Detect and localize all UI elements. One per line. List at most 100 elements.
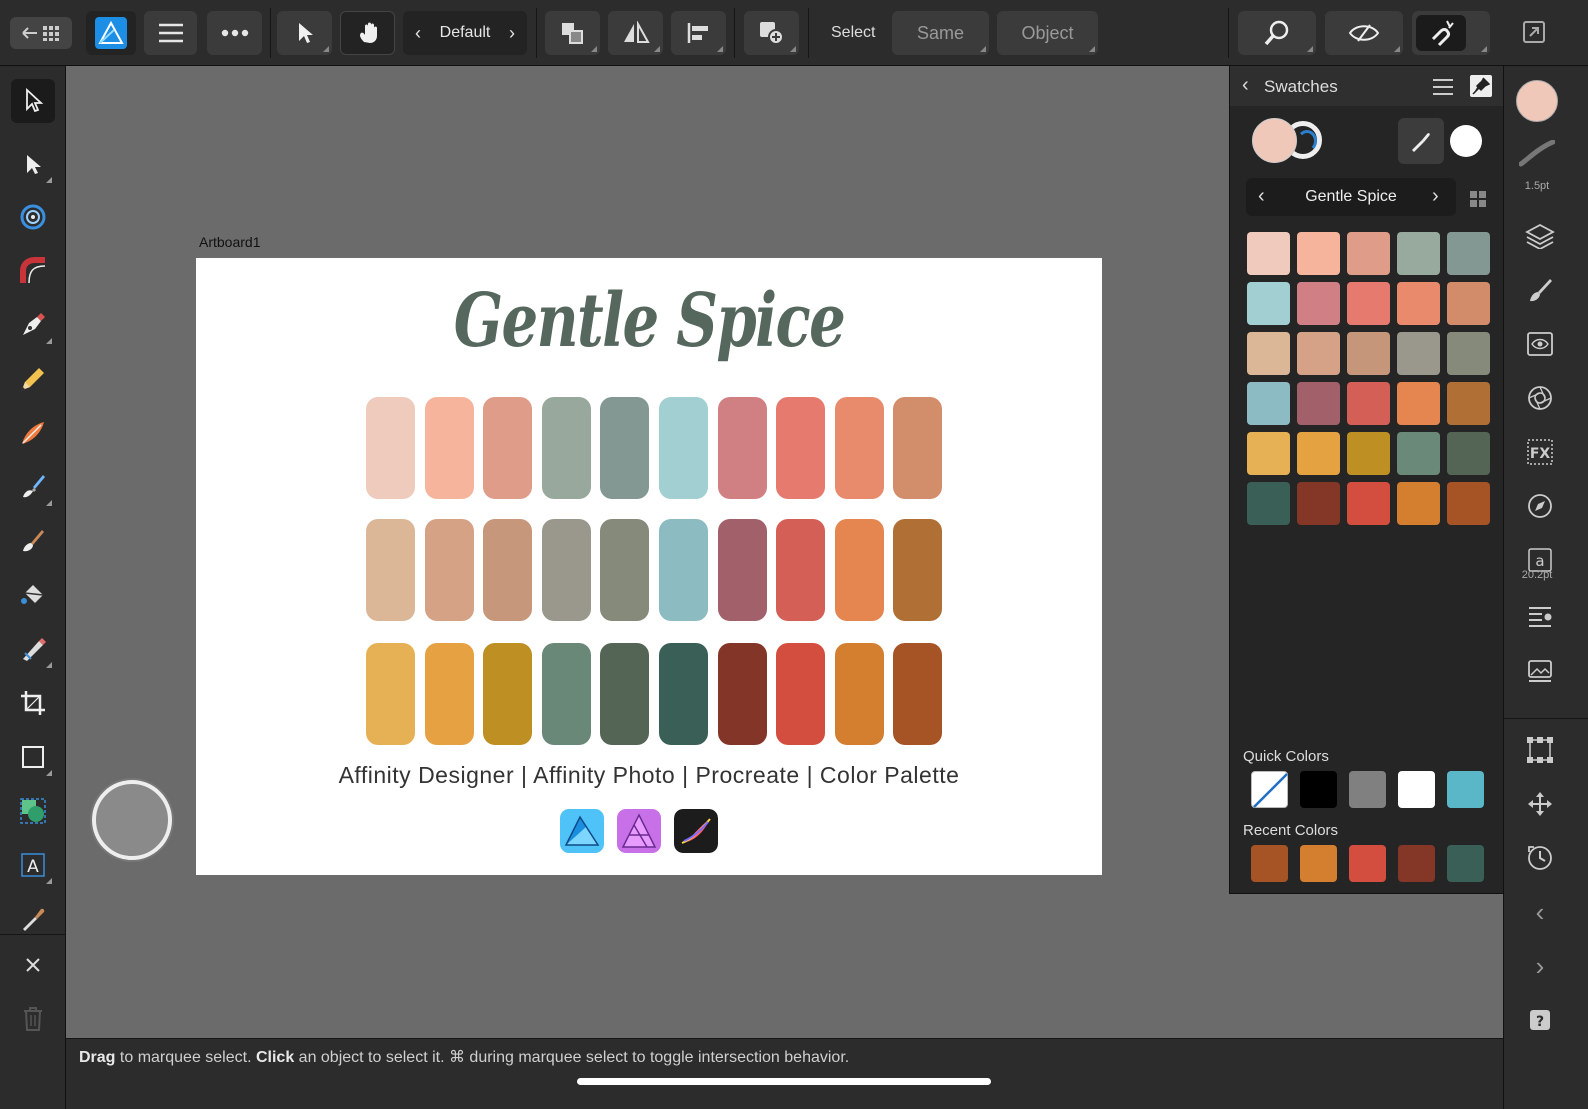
palette-color-bar[interactable]	[834, 397, 884, 499]
palette-color-bar[interactable]	[717, 643, 767, 745]
align-button[interactable]	[671, 11, 726, 55]
home-indicator[interactable]	[577, 1078, 991, 1085]
swatch-cell[interactable]	[1247, 232, 1290, 275]
quick-color-swatch[interactable]	[1251, 771, 1288, 808]
persona-selector[interactable]: ‹ Default ›	[403, 11, 527, 55]
swatch-cell[interactable]	[1297, 332, 1340, 375]
swatch-cell[interactable]	[1297, 382, 1340, 425]
color-picker-button[interactable]	[1398, 118, 1444, 164]
rectangle-tool[interactable]	[11, 735, 55, 779]
palette-selector[interactable]: ‹ Gentle Spice ›	[1246, 178, 1456, 216]
paint-brush-tool[interactable]	[11, 465, 55, 509]
redo-button[interactable]: ›	[1518, 944, 1562, 988]
designer-persona-button[interactable]	[86, 11, 136, 55]
palette-color-bar[interactable]	[366, 397, 415, 499]
stroke-icon[interactable]	[1519, 140, 1555, 168]
palette-color-bar[interactable]	[366, 519, 415, 621]
swatch-cell[interactable]	[1397, 232, 1440, 275]
palette-color-bar[interactable]	[424, 397, 474, 499]
recent-color-swatch[interactable]	[1349, 845, 1386, 882]
swatch-cell[interactable]	[1297, 282, 1340, 325]
quick-color-swatch[interactable]	[1300, 771, 1337, 808]
fill-color-well[interactable]	[1252, 118, 1297, 163]
swatch-cell[interactable]	[1397, 282, 1440, 325]
stock-panel-button[interactable]	[1518, 650, 1562, 694]
swatch-cell[interactable]	[1447, 232, 1490, 275]
swatch-cell[interactable]	[1347, 482, 1390, 525]
palette-color-bar[interactable]	[483, 519, 533, 621]
pen-tool[interactable]	[11, 303, 55, 347]
quick-color-swatch[interactable]	[1447, 771, 1484, 808]
layers-panel-button[interactable]	[1518, 214, 1562, 258]
select-object-button[interactable]: Object	[997, 11, 1098, 55]
brushes-panel-button[interactable]	[1518, 268, 1562, 312]
effects-panel-button[interactable]: FX	[1518, 430, 1562, 474]
palette-color-bar[interactable]	[600, 643, 650, 745]
more-options-button[interactable]	[207, 11, 262, 55]
palette-color-bar[interactable]	[659, 519, 708, 621]
swatch-cell[interactable]	[1397, 332, 1440, 375]
node-tool[interactable]	[11, 142, 55, 186]
navigator-panel-button[interactable]	[1518, 484, 1562, 528]
palette-color-bar[interactable]	[776, 643, 826, 745]
palette-title[interactable]: Gentle Spice	[296, 278, 1003, 364]
artboard[interactable]: Gentle Spice Affinity Designer | Affinit…	[196, 258, 1102, 875]
swatch-cell[interactable]	[1247, 482, 1290, 525]
palette-color-bar[interactable]	[541, 397, 591, 499]
palette-color-bar[interactable]	[834, 643, 884, 745]
close-button[interactable]	[11, 943, 55, 987]
swatch-cell[interactable]	[1347, 332, 1390, 375]
move-panel-button[interactable]	[1518, 782, 1562, 826]
palette-caption[interactable]: Affinity Designer | Affinity Photo | Pro…	[196, 762, 1102, 789]
arrange-button[interactable]	[545, 11, 600, 55]
history-panel-button[interactable]	[1518, 836, 1562, 880]
affinity-photo-app-icon[interactable]	[617, 809, 661, 853]
swatch-cell[interactable]	[1397, 432, 1440, 475]
boolean-add-button[interactable]	[744, 11, 799, 55]
affinity-designer-app-icon[interactable]	[560, 809, 604, 853]
recent-color-swatch[interactable]	[1300, 845, 1337, 882]
main-menu-button[interactable]	[144, 11, 197, 55]
palette-color-bar[interactable]	[424, 519, 474, 621]
recent-color-swatch[interactable]	[1447, 845, 1484, 882]
palette-color-bar[interactable]	[600, 519, 650, 621]
view-mode-button[interactable]	[1325, 11, 1403, 55]
palette-color-bar[interactable]	[659, 643, 708, 745]
transparency-tool[interactable]	[11, 627, 55, 671]
recent-color-swatch[interactable]	[1398, 845, 1435, 882]
swatch-cell[interactable]	[1397, 482, 1440, 525]
back-to-gallery-button[interactable]	[10, 17, 72, 49]
swatch-cell[interactable]	[1297, 232, 1340, 275]
swatch-cell[interactable]	[1447, 482, 1490, 525]
procreate-app-icon[interactable]	[674, 809, 718, 853]
swatch-cell[interactable]	[1297, 432, 1340, 475]
fullscreen-button[interactable]	[1522, 20, 1548, 46]
zoom-view-button[interactable]	[1238, 11, 1316, 55]
swatch-cell[interactable]	[1447, 432, 1490, 475]
frame-text-tool[interactable]	[11, 789, 55, 833]
swatch-cell[interactable]	[1297, 482, 1340, 525]
next-palette-chevron-icon[interactable]: ›	[1432, 185, 1439, 208]
move-tool[interactable]	[11, 79, 55, 123]
snapping-button[interactable]	[1412, 11, 1490, 55]
palette-color-bar[interactable]	[776, 397, 826, 499]
swatch-cell[interactable]	[1247, 282, 1290, 325]
palette-color-bar[interactable]	[893, 519, 943, 621]
palette-color-bar[interactable]	[834, 519, 884, 621]
pixel-brush-tool[interactable]	[11, 519, 55, 563]
delete-button[interactable]	[11, 997, 55, 1041]
quick-color-swatch[interactable]	[1398, 771, 1435, 808]
swatch-cell[interactable]	[1347, 382, 1390, 425]
quick-modifier-button[interactable]	[92, 780, 172, 860]
crop-tool[interactable]	[11, 681, 55, 725]
palette-color-bar[interactable]	[424, 643, 474, 745]
panel-back-chevron-icon[interactable]: ‹	[1242, 74, 1249, 97]
swatch-cell[interactable]	[1247, 332, 1290, 375]
palette-color-bar[interactable]	[893, 643, 943, 745]
palette-color-bar[interactable]	[483, 643, 533, 745]
select-same-button[interactable]: Same	[892, 11, 989, 55]
transform-panel-button[interactable]	[1518, 376, 1562, 420]
chevron-right-icon[interactable]: ›	[509, 23, 515, 44]
chevron-left-icon[interactable]: ‹	[415, 23, 421, 44]
swatch-cell[interactable]	[1447, 282, 1490, 325]
